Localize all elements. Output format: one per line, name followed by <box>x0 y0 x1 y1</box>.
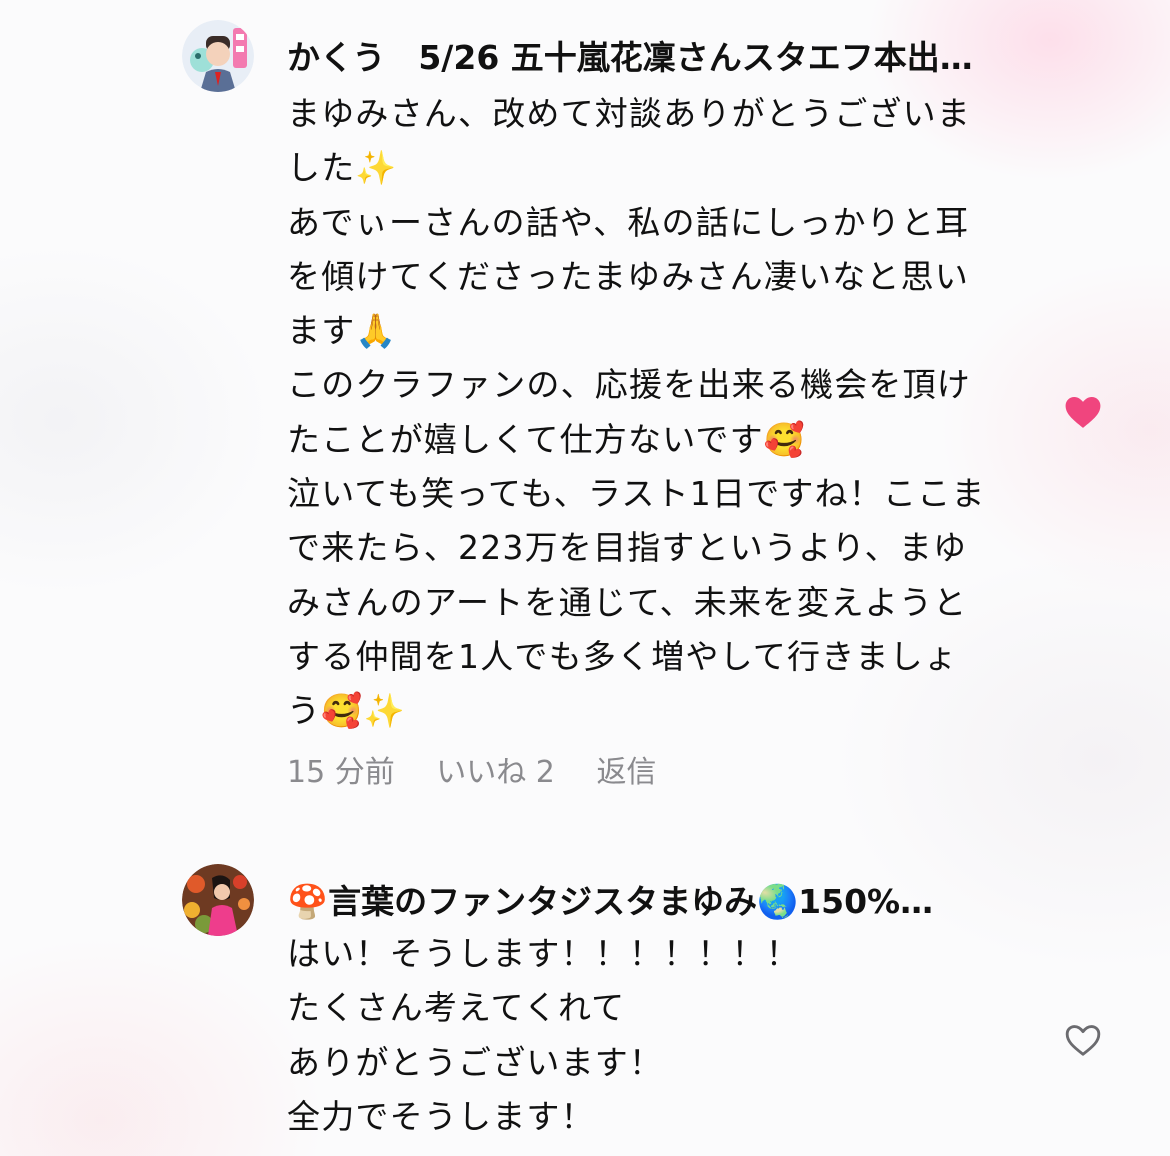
comment-text-line: う🥰✨ <box>287 691 406 731</box>
comment-text-line: このクラファンの、応援を出来る機会を頂け <box>287 365 971 405</box>
comment-text-line: あでぃーさんの話や、私の話にしっかりと耳 <box>287 202 970 242</box>
reply-button[interactable]: 返信 <box>596 755 656 790</box>
like-button[interactable] <box>1064 394 1102 430</box>
comment-username[interactable]: かくう 5/26 五十嵐花凜さんスタエフ本出… <box>287 36 1037 80</box>
comment-text-line: はい！そうします！！！！！！！ <box>287 934 800 973</box>
comment-text: はい！そうします！！！！！！！ たくさん考えてくれて ありがとうございます！ 全… <box>287 927 1047 1144</box>
avatar[interactable] <box>182 864 254 936</box>
comment-text-line: まゆみさん、改めて対談ありがとうございま <box>287 94 971 133</box>
comment-text-line: する仲間を1人でも多く増やして行きましょ <box>287 636 959 676</box>
comment-text-line: みさんのアートを通じて、未来を変えようと <box>287 582 968 622</box>
comment-like-count[interactable]: いいね 2 <box>436 755 555 790</box>
like-button[interactable] <box>1064 1022 1102 1058</box>
comment-text-line: たくさん考えてくれて <box>287 988 626 1028</box>
comment-text-line: たことが嬉しくて仕方ないです🥰 <box>287 419 807 459</box>
comment-text-line: で来たら、223万を目指すというより、まゆ <box>287 528 968 568</box>
comment-timestamp: 15 分前 <box>287 754 395 790</box>
comment-meta: 15 分前 いいね 2 返信 <box>287 753 1047 793</box>
comment-text-line: 泣いても笑っても、ラスト1日ですね！ここま <box>287 474 986 514</box>
comment-username[interactable]: 🍄言葉のファンタジスタまゆみ🌏150%… <box>287 880 1037 924</box>
comment-text: まゆみさん、改めて対談ありがとうございま した✨ あでぃーさんの話や、私の話にし… <box>287 87 1047 739</box>
heart-outline-icon <box>1065 1025 1101 1056</box>
heart-filled-icon <box>1065 396 1101 428</box>
comment-text-line: 全力でそうします！ <box>287 1096 595 1136</box>
avatar[interactable] <box>182 20 254 92</box>
comment-text-line: を傾けてくださったまゆみさん凄いなと思い <box>287 256 970 296</box>
comment-text-line: した✨ <box>287 148 398 188</box>
comment-text-line: ます🙏 <box>287 311 398 351</box>
comment-text-line: ありがとうございます！ <box>287 1042 664 1082</box>
